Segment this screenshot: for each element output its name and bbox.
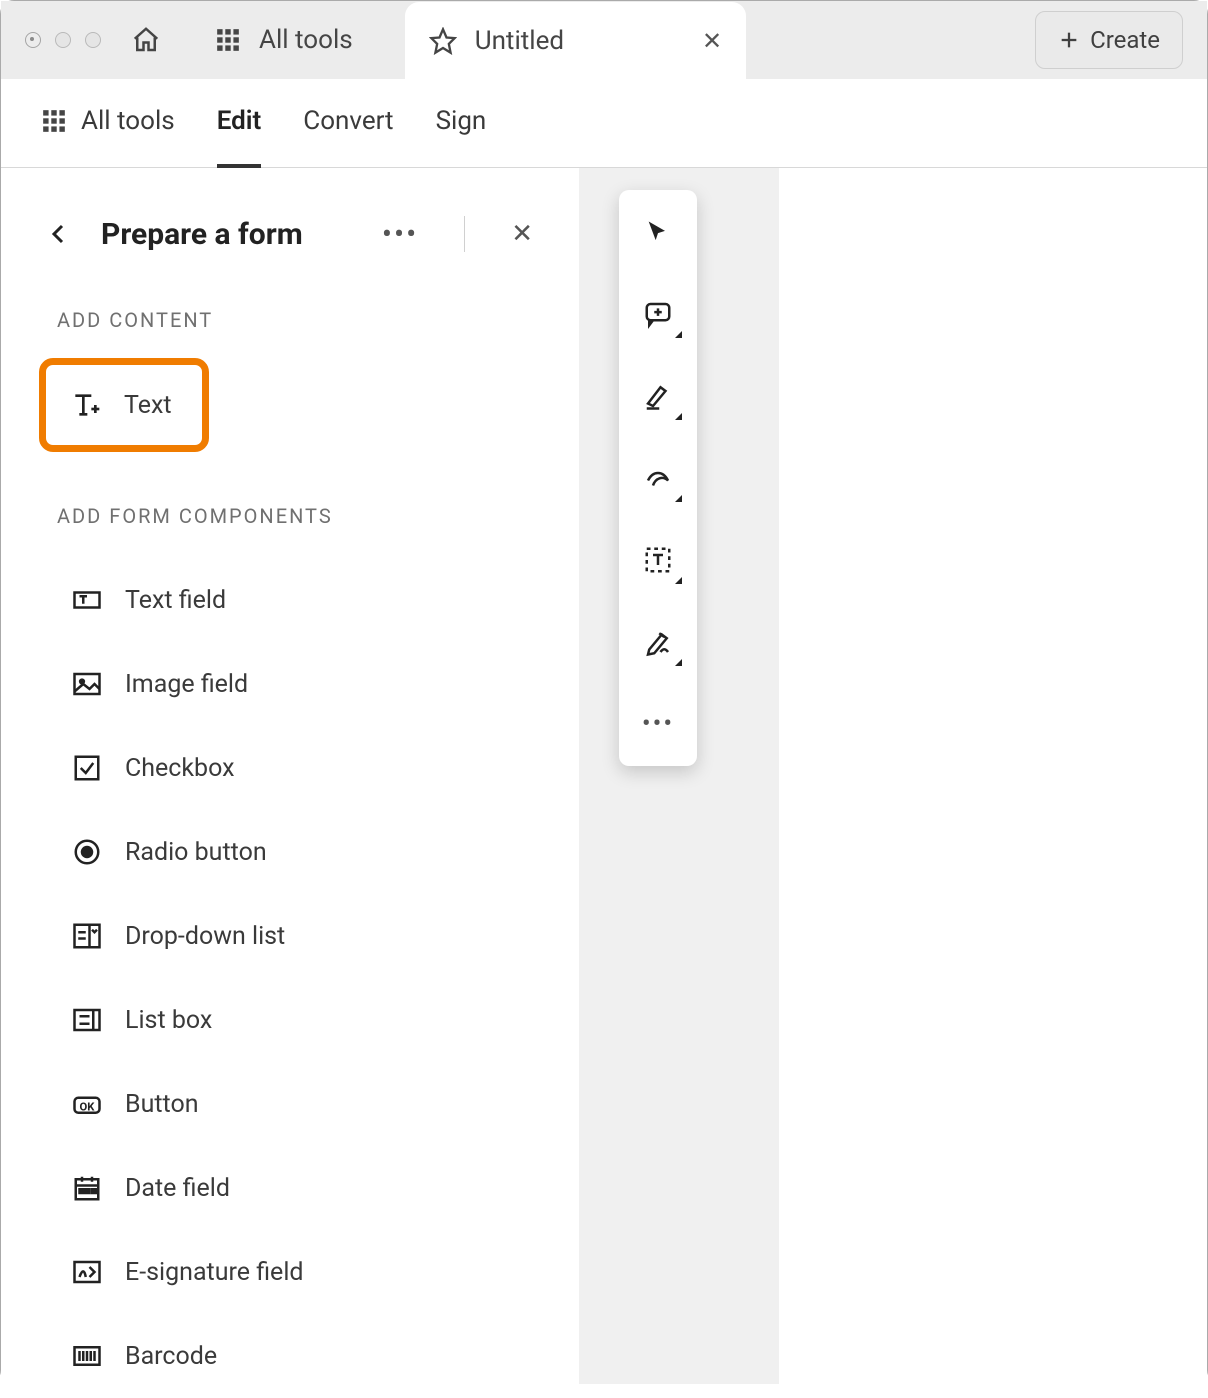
tool-barcode-label: Barcode xyxy=(125,1342,217,1371)
create-button-label: Create xyxy=(1090,26,1160,54)
tool-image-field[interactable]: Image field xyxy=(1,642,579,726)
toolbar-sign-label: Sign xyxy=(436,106,487,136)
tool-checkbox[interactable]: Checkbox xyxy=(1,726,579,810)
window-controls xyxy=(25,32,101,48)
form-components-list: Text field Image field Checkbox Radio bu… xyxy=(1,548,579,1398)
text-icon xyxy=(70,389,102,421)
grid-icon xyxy=(215,27,241,53)
image-field-icon xyxy=(71,668,103,700)
home-icon[interactable] xyxy=(129,23,163,57)
tool-text-field-label: Text field xyxy=(125,586,226,615)
text-select-tool[interactable] xyxy=(640,542,676,578)
traffic-light-close[interactable] xyxy=(25,32,41,48)
more-tools[interactable]: ••• xyxy=(640,706,676,742)
tool-button[interactable]: OK Button xyxy=(1,1062,579,1146)
text-field-icon xyxy=(71,584,103,616)
tool-barcode[interactable]: Barcode xyxy=(1,1314,579,1398)
tool-date-field-label: Date field xyxy=(125,1174,230,1203)
tool-text[interactable]: Text xyxy=(39,358,209,452)
tool-esignature-label: E-signature field xyxy=(125,1258,304,1287)
highlight-tool[interactable] xyxy=(640,378,676,414)
titlebar: All tools Untitled ✕ Create xyxy=(1,1,1207,79)
back-icon[interactable] xyxy=(47,222,71,246)
tool-date-field[interactable]: Date field xyxy=(1,1146,579,1230)
date-field-icon xyxy=(71,1172,103,1204)
toolbar-convert-label: Convert xyxy=(303,106,393,136)
panel-title: Prepare a form xyxy=(101,217,303,252)
tool-dropdown[interactable]: Drop-down list xyxy=(1,894,579,978)
tool-text-label: Text xyxy=(124,391,172,420)
star-icon xyxy=(429,27,457,55)
section-add-form: ADD FORM COMPONENTS xyxy=(1,472,579,548)
select-tool[interactable] xyxy=(640,214,676,250)
tool-radio-label: Radio button xyxy=(125,838,267,867)
tool-dropdown-label: Drop-down list xyxy=(125,922,285,951)
button-icon: OK xyxy=(71,1088,103,1120)
tool-checkbox-label: Checkbox xyxy=(125,754,235,783)
svg-text:OK: OK xyxy=(80,1100,96,1113)
traffic-light-max[interactable] xyxy=(85,32,101,48)
document-canvas[interactable]: ••• xyxy=(579,168,1207,1384)
close-tab-icon[interactable]: ✕ xyxy=(702,27,722,55)
floating-toolbar: ••• xyxy=(619,190,697,766)
radio-icon xyxy=(71,836,103,868)
checkbox-icon xyxy=(71,752,103,784)
tab-all-tools[interactable]: All tools xyxy=(191,1,377,79)
main-area: Prepare a form ••• ✕ ADD CONTENT Text AD… xyxy=(1,168,1207,1384)
tool-button-label: Button xyxy=(125,1090,199,1119)
section-add-content: ADD CONTENT xyxy=(1,276,579,352)
dropdown-icon xyxy=(71,920,103,952)
grid-icon xyxy=(41,108,67,134)
panel-close-icon[interactable]: ✕ xyxy=(511,219,533,249)
ellipsis-icon: ••• xyxy=(642,709,674,739)
tool-image-field-label: Image field xyxy=(125,670,248,699)
toolbar-edit[interactable]: Edit xyxy=(217,106,262,140)
panel-header: Prepare a form ••• ✕ xyxy=(1,192,579,276)
panel-divider xyxy=(464,216,465,252)
toolbar-sign[interactable]: Sign xyxy=(436,106,487,140)
document-page[interactable] xyxy=(779,168,1207,1384)
listbox-icon xyxy=(71,1004,103,1036)
tool-esignature[interactable]: E-signature field xyxy=(1,1230,579,1314)
create-button[interactable]: Create xyxy=(1035,11,1183,69)
tool-listbox[interactable]: List box xyxy=(1,978,579,1062)
panel-more-icon[interactable]: ••• xyxy=(382,217,418,252)
plus-icon xyxy=(1058,29,1080,51)
traffic-light-min[interactable] xyxy=(55,32,71,48)
sidebar-panel: Prepare a form ••• ✕ ADD CONTENT Text AD… xyxy=(1,168,579,1384)
toolbar-all-tools-label: All tools xyxy=(81,106,175,136)
toolbar-all-tools[interactable]: All tools xyxy=(41,106,175,140)
toolbar-convert[interactable]: Convert xyxy=(303,106,393,140)
tab-document-label: Untitled xyxy=(475,26,564,56)
tool-text-field[interactable]: Text field xyxy=(1,558,579,642)
sign-tool[interactable] xyxy=(640,624,676,660)
tab-document[interactable]: Untitled ✕ xyxy=(405,2,746,80)
toolbar-edit-label: Edit xyxy=(217,106,262,136)
draw-tool[interactable] xyxy=(640,460,676,496)
tool-radio[interactable]: Radio button xyxy=(1,810,579,894)
comment-tool[interactable] xyxy=(640,296,676,332)
barcode-icon xyxy=(71,1340,103,1372)
esignature-icon xyxy=(71,1256,103,1288)
secondary-toolbar: All tools Edit Convert Sign xyxy=(1,79,1207,168)
tab-all-tools-label: All tools xyxy=(259,25,353,55)
tool-listbox-label: List box xyxy=(125,1006,212,1035)
